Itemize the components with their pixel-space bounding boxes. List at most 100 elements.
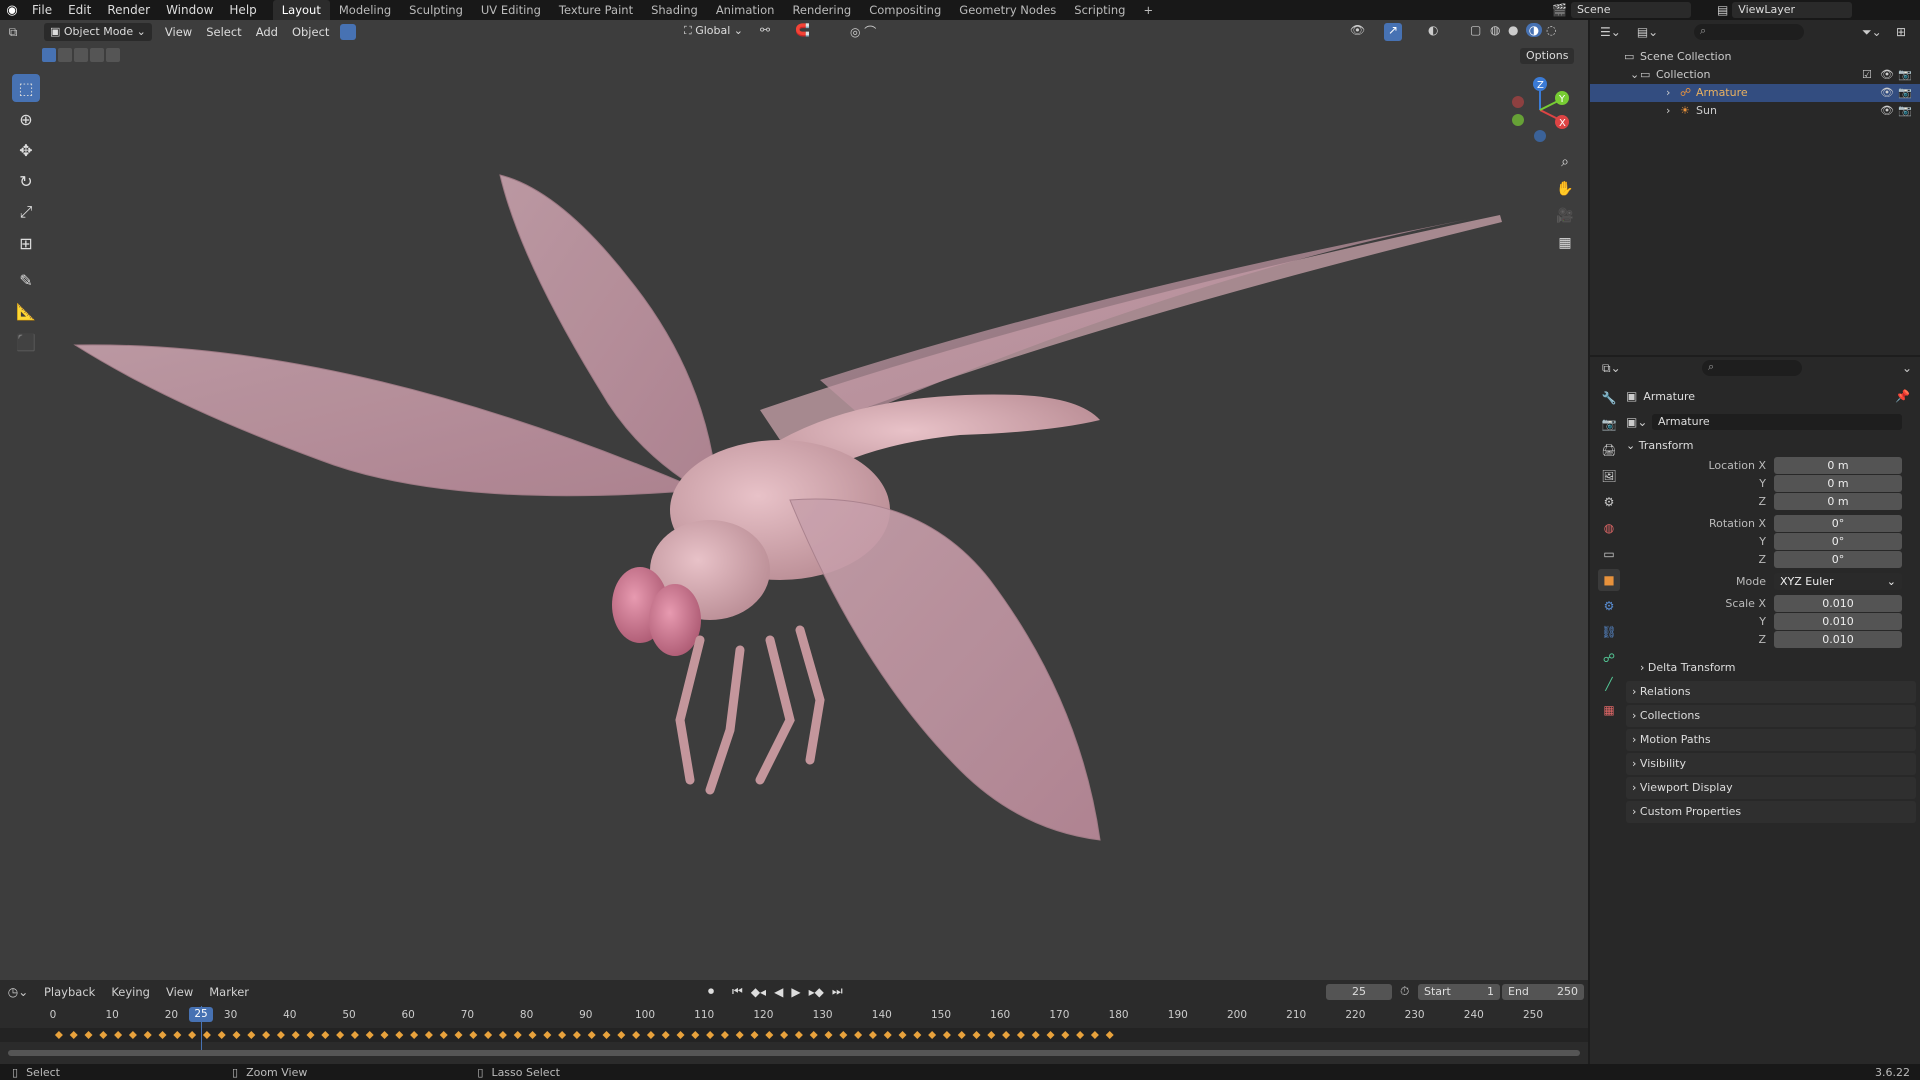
keyframe[interactable] <box>99 1031 108 1039</box>
select-extend-icon[interactable] <box>58 48 72 62</box>
keyframe[interactable] <box>587 1031 596 1039</box>
keyframe[interactable] <box>898 1031 907 1039</box>
keyframe[interactable] <box>173 1031 182 1039</box>
navigation-gizmo[interactable]: Z X Y <box>1500 74 1580 146</box>
3d-viewport[interactable] <box>0 20 1588 980</box>
panel-relations[interactable]: › Relations <box>1626 681 1916 703</box>
keyframe[interactable] <box>202 1031 211 1039</box>
properties-search-icon[interactable]: ⌕ <box>1702 360 1802 376</box>
keyframe[interactable] <box>232 1031 241 1039</box>
collection-tab-icon[interactable]: ▭ <box>1598 543 1620 565</box>
location-y-field[interactable]: 0 m <box>1774 475 1902 492</box>
orientation-selector[interactable]: ⛶ Global ⌄ <box>678 23 749 39</box>
texture-tab-icon[interactable]: ▦ <box>1598 699 1620 721</box>
pin-icon[interactable]: 📌 <box>1895 389 1910 403</box>
editor-type-icon[interactable]: ⧉ <box>0 25 26 40</box>
keyframe[interactable] <box>454 1031 463 1039</box>
tab-scripting[interactable]: Scripting <box>1065 0 1134 20</box>
camera-icon[interactable]: 🎥 <box>1553 204 1577 228</box>
pan-hand-icon[interactable]: ✋ <box>1553 177 1577 201</box>
scale-icon[interactable]: ⤢ <box>12 198 40 226</box>
keyframe[interactable] <box>69 1031 78 1039</box>
scale-y-field[interactable]: 0.010 <box>1774 613 1902 630</box>
filter-icon[interactable]: ⏷⌄ <box>1862 25 1882 40</box>
menu-window[interactable]: Window <box>158 0 221 20</box>
keyframe[interactable] <box>558 1031 567 1039</box>
checkbox-icon[interactable]: ☑ <box>1862 66 1872 84</box>
panel-visibility[interactable]: › Visibility <box>1626 753 1916 775</box>
panel-viewport-display[interactable]: › Viewport Display <box>1626 777 1916 799</box>
rotate-icon[interactable]: ↻ <box>12 167 40 195</box>
viewport-menu-view[interactable]: View <box>158 21 199 43</box>
shading-solid-icon[interactable]: ● <box>1508 23 1518 37</box>
scene-tab-icon[interactable]: ⚙ <box>1598 491 1620 513</box>
keyframe[interactable] <box>498 1031 507 1039</box>
panel-collections[interactable]: › Collections <box>1626 705 1916 727</box>
panel-custom-properties[interactable]: › Custom Properties <box>1626 801 1916 823</box>
outliner-editor-icon[interactable]: ☰⌄ <box>1600 25 1621 39</box>
tool-tab-icon[interactable]: 🔧 <box>1598 387 1620 409</box>
keyframe[interactable] <box>572 1031 581 1039</box>
menu-render[interactable]: Render <box>99 0 158 20</box>
keyframe[interactable] <box>158 1031 167 1039</box>
keyframe[interactable] <box>513 1031 522 1039</box>
keyframe[interactable] <box>336 1031 345 1039</box>
keyframe[interactable] <box>706 1031 715 1039</box>
keyframe[interactable] <box>780 1031 789 1039</box>
keyframe[interactable] <box>439 1031 448 1039</box>
keyframe[interactable] <box>54 1031 63 1039</box>
properties-editor-icon[interactable]: ⧉⌄ <box>1602 361 1621 376</box>
keyframe[interactable] <box>839 1031 848 1039</box>
tab-texture-paint[interactable]: Texture Paint <box>550 0 642 20</box>
viewport-menu-select[interactable]: Select <box>199 21 248 43</box>
keyframe[interactable] <box>1105 1031 1114 1039</box>
keyframe[interactable] <box>217 1031 226 1039</box>
keyframe[interactable] <box>868 1031 877 1039</box>
add-cube-icon[interactable]: ⬛ <box>12 328 40 356</box>
keyframe[interactable] <box>484 1031 493 1039</box>
keyframe[interactable] <box>424 1031 433 1039</box>
keyframe[interactable] <box>543 1031 552 1039</box>
keyframe[interactable] <box>528 1031 537 1039</box>
keyframe[interactable] <box>410 1031 419 1039</box>
annotate-icon[interactable]: ✎ <box>12 266 40 294</box>
select-subtract-icon[interactable] <box>74 48 88 62</box>
tab-layout[interactable]: Layout <box>272 0 330 20</box>
tab-shading[interactable]: Shading <box>642 0 707 20</box>
menu-help[interactable]: Help <box>221 0 264 20</box>
view-layer-tab-icon[interactable]: 🖼 <box>1598 465 1620 487</box>
datablock-icon[interactable]: ▣⌄ <box>1626 415 1648 429</box>
chevron-down-icon[interactable]: ⌄ <box>1902 361 1912 375</box>
new-collection-icon[interactable]: ⊞ <box>1896 25 1906 39</box>
keyframe[interactable] <box>957 1031 966 1039</box>
render-tab-icon[interactable]: 📷 <box>1598 413 1620 435</box>
keyframe[interactable] <box>1076 1031 1085 1039</box>
keyframe[interactable] <box>735 1031 744 1039</box>
timeline-scrollbar[interactable] <box>8 1050 1580 1056</box>
rotation-z-field[interactable]: 0° <box>1774 551 1902 568</box>
snap-icon[interactable]: 🧲 <box>795 23 810 37</box>
grid-ortho-icon[interactable]: ▦ <box>1553 231 1577 255</box>
keyframe[interactable] <box>987 1031 996 1039</box>
tab-rendering[interactable]: Rendering <box>783 0 860 20</box>
keyframe[interactable] <box>143 1031 152 1039</box>
shading-render-icon[interactable]: ◌ <box>1546 23 1556 37</box>
world-tab-icon[interactable]: ◍ <box>1598 517 1620 539</box>
options-button[interactable]: Options <box>1520 48 1575 64</box>
keyframe[interactable] <box>321 1031 330 1039</box>
transform-panel-header[interactable]: ⌄ Transform <box>1626 435 1916 457</box>
visibility-eye-icon[interactable]: 👁 <box>1880 66 1894 84</box>
tab-compositing[interactable]: Compositing <box>860 0 950 20</box>
rotation-y-field[interactable]: 0° <box>1774 533 1902 550</box>
zoom-icon[interactable]: ⌕ <box>1553 150 1577 174</box>
tab-sculpting[interactable]: Sculpting <box>400 0 472 20</box>
keyframe[interactable] <box>114 1031 123 1039</box>
add-workspace-button[interactable]: + <box>1134 0 1162 20</box>
modifier-tab-icon[interactable]: ⚙ <box>1598 595 1620 617</box>
transform-icon[interactable]: ⊞ <box>12 229 40 257</box>
keyframe[interactable] <box>469 1031 478 1039</box>
keyframe[interactable] <box>809 1031 818 1039</box>
select-invert-icon[interactable] <box>90 48 104 62</box>
keyframe[interactable] <box>646 1031 655 1039</box>
keyframe[interactable] <box>1090 1031 1099 1039</box>
